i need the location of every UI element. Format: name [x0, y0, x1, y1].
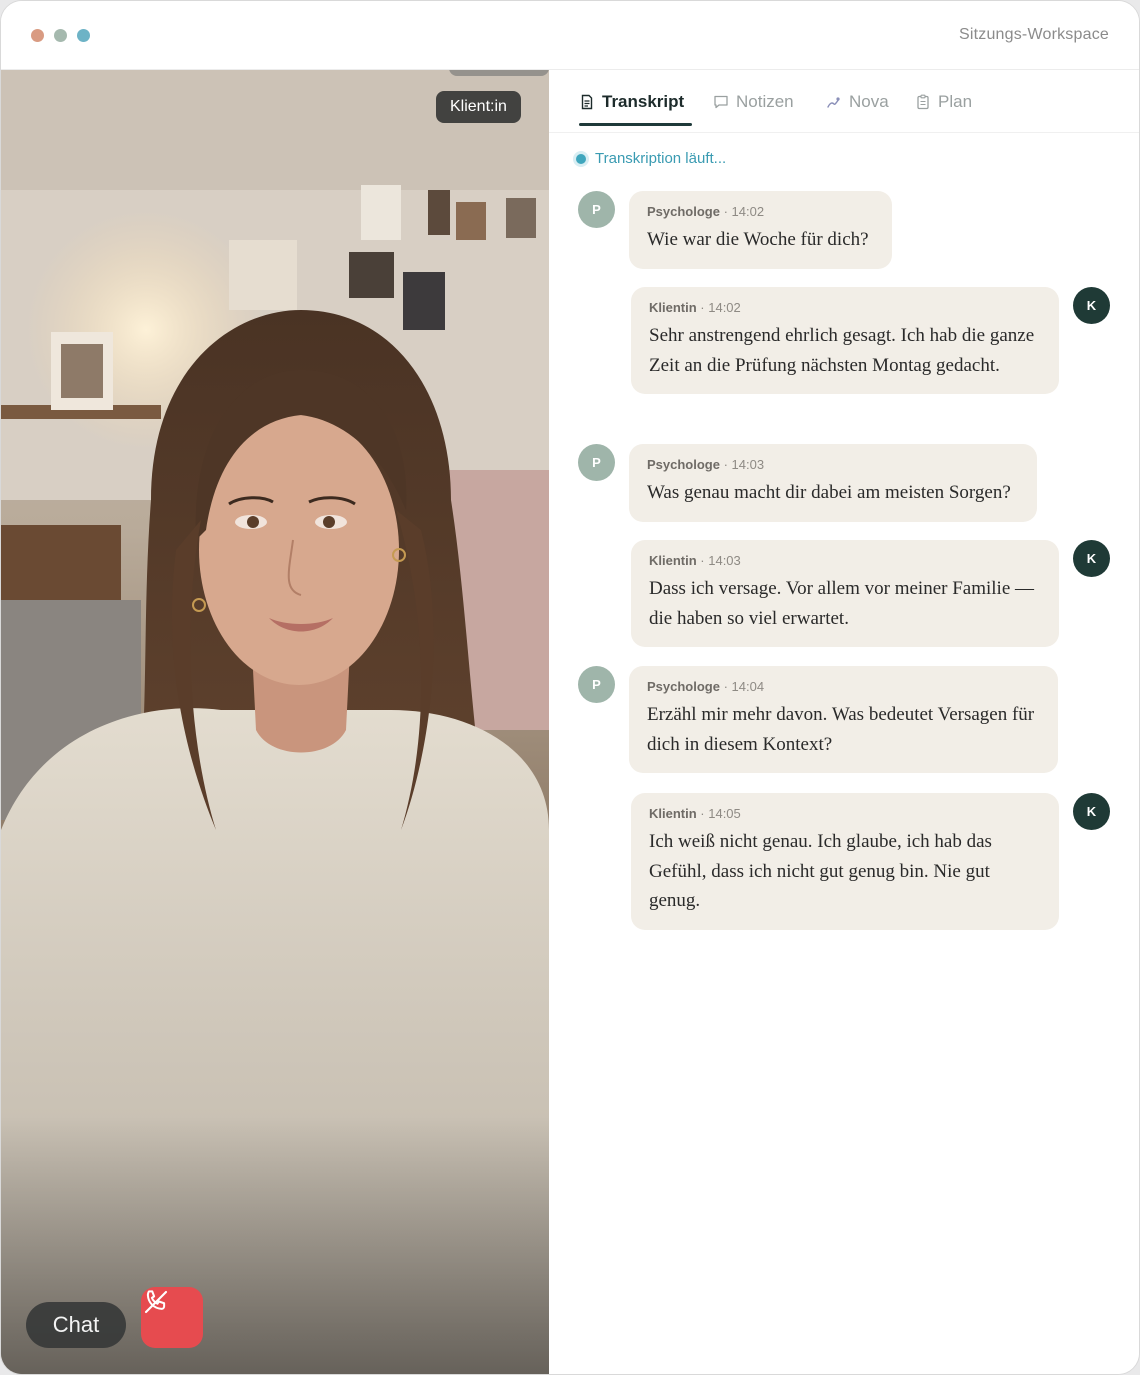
message-meta: Psychologe · 14:03 — [647, 457, 1019, 472]
message-bubble: Psychologe · 14:04 Erzähl mir mehr davon… — [629, 666, 1058, 773]
message-meta: Klientin · 14:02 — [649, 300, 1041, 315]
speaker-name: Psychologe — [647, 204, 720, 219]
minimize-window-dot[interactable] — [54, 29, 67, 42]
tab-transkript-label: Transkript — [602, 92, 685, 111]
avatar: P — [578, 444, 615, 481]
message-meta: Psychologe · 14:02 — [647, 204, 874, 219]
message-meta: Klientin · 14:05 — [649, 806, 1041, 821]
chat-button[interactable]: Chat — [26, 1302, 126, 1348]
avatar: P — [578, 191, 615, 228]
self-view-handle[interactable] — [449, 70, 549, 76]
speaker-name: Klientin — [649, 806, 697, 821]
avatar: K — [1073, 287, 1110, 324]
transcription-status: Transkription läuft... — [576, 150, 726, 167]
message-bubble: Klientin · 14:02 Sehr anstrengend ehrlic… — [631, 287, 1059, 394]
close-window-dot[interactable] — [31, 29, 44, 42]
message-text: Ich weiß nicht genau. Ich glaube, ich ha… — [649, 831, 992, 911]
message-text: Erzähl mir mehr davon. Was bedeutet Vers… — [647, 704, 1035, 755]
tab-transkript[interactable]: Transkript — [579, 90, 684, 114]
recording-dot-icon — [576, 153, 586, 164]
message-time: · 14:02 — [700, 300, 741, 315]
message-time: · 14:05 — [700, 806, 741, 821]
message-bubble: Klientin · 14:03 Dass ich versage. Vor a… — [631, 540, 1059, 647]
app-window: Sitzungs-Workspace Klient:in Chat Transk… — [0, 0, 1140, 1375]
video-feed: Klient:in Chat — [1, 70, 549, 1374]
message-time: · 14:02 — [723, 204, 765, 219]
tab-bar: Transkript Notizen Nova Plan — [549, 70, 1139, 133]
tab-plan[interactable]: Plan — [915, 90, 972, 114]
speaker-name: Klientin — [649, 300, 697, 315]
avatar: P — [578, 666, 615, 703]
message-bubble: Klientin · 14:05 Ich weiß nicht genau. I… — [631, 793, 1059, 930]
tab-nova-label: Nova — [849, 92, 889, 111]
message-text: Sehr anstrengend ehrlich gesagt. Ich hab… — [649, 325, 1035, 376]
clipboard-icon — [917, 94, 929, 110]
tab-notizen[interactable]: Notizen — [713, 90, 794, 114]
tab-notizen-label: Notizen — [736, 92, 794, 111]
maximize-window-dot[interactable] — [77, 29, 90, 42]
message-time: · 14:03 — [723, 457, 765, 472]
window-title: Sitzungs-Workspace — [958, 26, 1109, 43]
tab-plan-label: Plan — [938, 92, 973, 111]
sparkle-pen-icon — [827, 97, 840, 108]
message-text: Dass ich versage. Vor allem vor meiner F… — [649, 578, 1035, 629]
speaker-name: Psychologe — [647, 679, 720, 694]
avatar: K — [1073, 540, 1110, 577]
message-bubble: Psychologe · 14:02 Wie war die Woche für… — [629, 191, 892, 269]
message-time: · 14:03 — [700, 553, 741, 568]
document-icon — [581, 94, 593, 110]
speaker-name: Psychologe — [647, 457, 720, 472]
message-text: Wie war die Woche für dich? — [647, 229, 869, 250]
chat-bubble-icon — [714, 95, 728, 109]
hangup-button[interactable] — [141, 1287, 203, 1348]
message-meta: Klientin · 14:03 — [649, 553, 1041, 568]
transcript-panel: Transkript Notizen Nova Plan Transkripti… — [549, 70, 1139, 1374]
message-text: Was genau macht dir dabei am meisten Sor… — [647, 482, 1011, 503]
phone-off-icon — [144, 1290, 168, 1314]
speaker-name: Klientin — [649, 553, 697, 568]
title-bar: Sitzungs-Workspace — [1, 1, 1139, 70]
message-bubble: Psychologe · 14:03 Was genau macht dir d… — [629, 444, 1037, 522]
active-tab-indicator — [579, 123, 692, 126]
message-time: · 14:04 — [723, 679, 765, 694]
status-text: Transkription läuft... — [595, 150, 727, 167]
speaker-label: Klient:in — [436, 91, 521, 123]
message-meta: Psychologe · 14:04 — [647, 679, 1040, 694]
tab-nova[interactable]: Nova — [826, 90, 889, 114]
avatar: K — [1073, 793, 1110, 830]
